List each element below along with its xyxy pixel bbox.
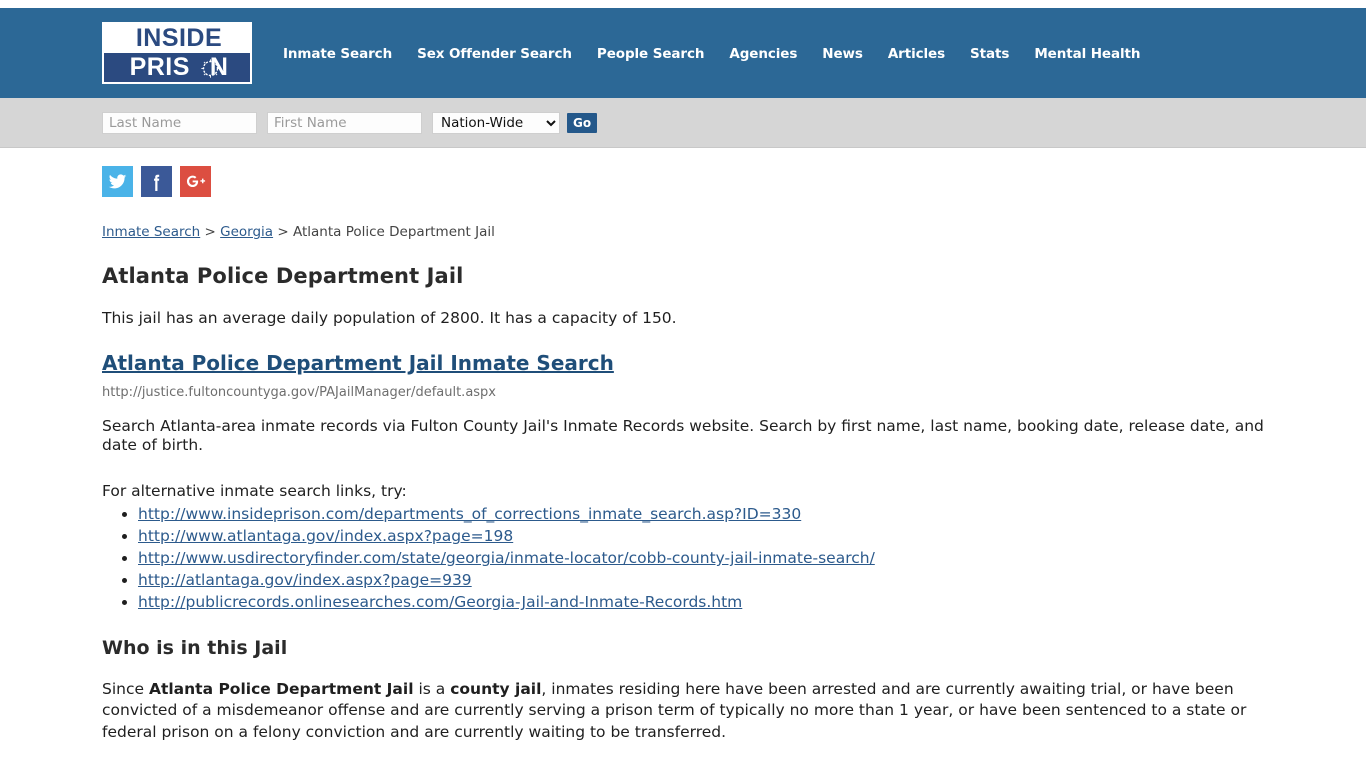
twitter-share-button[interactable]	[102, 166, 133, 197]
list-item: http://www.insideprison.com/departments_…	[138, 503, 1326, 525]
google-plus-icon	[186, 175, 206, 188]
logo-top-half: INSIDE	[104, 24, 250, 53]
who-bold-jail-name: Atlanta Police Department Jail	[148, 680, 414, 699]
who-section-text: Since Atlanta Police Department Jail is …	[102, 679, 1265, 743]
site-header: INSIDE PRISON Inmate Search Sex Off	[0, 8, 1366, 98]
facebook-share-button[interactable]	[141, 166, 172, 197]
alt-link-3[interactable]: http://www.usdirectoryfinder.com/state/g…	[138, 549, 875, 567]
nav-item-articles[interactable]: Articles	[888, 46, 945, 62]
google-plus-share-button[interactable]	[180, 166, 211, 197]
nav-item-inmate-search[interactable]: Inmate Search	[283, 46, 392, 62]
alt-link-2[interactable]: http://www.atlantaga.gov/index.aspx?page…	[138, 527, 513, 545]
inmate-search-heading: Atlanta Police Department Jail Inmate Se…	[102, 351, 1326, 375]
alt-link-4[interactable]: http://atlantaga.gov/index.aspx?page=939	[138, 571, 472, 589]
who-text-part-2: is a	[413, 680, 451, 699]
breadcrumb-separator-2: >	[273, 224, 293, 240]
alt-link-1[interactable]: http://www.insideprison.com/departments_…	[138, 505, 801, 523]
inmate-search-url: http://justice.fultoncountyga.gov/PAJail…	[102, 384, 496, 400]
logo-bottom-half: PRISON	[104, 53, 250, 82]
search-description: Search Atlanta-area inmate records via F…	[102, 416, 1264, 455]
nav-item-mental-health[interactable]: Mental Health	[1034, 46, 1140, 62]
page-title: Atlanta Police Department Jail	[102, 263, 464, 288]
twitter-icon	[108, 174, 127, 189]
alt-link-5[interactable]: http://publicrecords.onlinesearches.com/…	[138, 593, 742, 611]
list-item: http://atlantaga.gov/index.aspx?page=939	[138, 569, 1326, 591]
list-item: http://www.atlantaga.gov/index.aspx?page…	[138, 525, 1326, 547]
who-bold-jail-type: county jail	[450, 680, 542, 699]
nav-item-stats[interactable]: Stats	[970, 46, 1009, 62]
region-select[interactable]: Nation-Wide	[432, 111, 560, 134]
breadcrumb-separator-1: >	[200, 224, 221, 240]
logo-inside-text: INSIDE	[135, 24, 223, 52]
last-name-input[interactable]	[102, 111, 257, 134]
alt-links-intro: For alternative inmate search links, try…	[102, 482, 407, 501]
nav-item-sex-offender-search[interactable]: Sex Offender Search	[417, 46, 572, 62]
page-content: Inmate Search > Georgia > Atlanta Police…	[0, 148, 1366, 768]
nav-item-agencies[interactable]: Agencies	[729, 46, 797, 62]
who-section-title: Who is in this Jail	[102, 637, 288, 660]
nav-item-news[interactable]: News	[822, 46, 863, 62]
list-item: http://www.usdirectoryfinder.com/state/g…	[138, 547, 1326, 569]
top-white-strip	[0, 0, 1366, 8]
nav-item-people-search[interactable]: People Search	[597, 46, 705, 62]
jail-population-text: This jail has an average daily populatio…	[102, 308, 677, 327]
search-bar: Nation-Wide Go	[0, 98, 1366, 148]
list-item: http://publicrecords.onlinesearches.com/…	[138, 591, 1326, 613]
breadcrumb-item-georgia[interactable]: Georgia	[220, 224, 273, 240]
barbed-wire-circle-icon	[201, 59, 220, 78]
breadcrumb-item-inmate-search[interactable]: Inmate Search	[102, 224, 200, 240]
alt-links-list: http://www.insideprison.com/departments_…	[102, 503, 1326, 613]
breadcrumb: Inmate Search > Georgia > Atlanta Police…	[102, 224, 1326, 242]
site-logo[interactable]: INSIDE PRISON	[102, 22, 252, 84]
social-share-row	[102, 166, 1326, 197]
inmate-search-link[interactable]: Atlanta Police Department Jail Inmate Se…	[102, 351, 614, 375]
main-navigation: Inmate Search Sex Offender Search People…	[283, 44, 1140, 62]
who-text-part-1: Since	[102, 680, 149, 699]
facebook-icon	[154, 174, 160, 191]
first-name-input[interactable]	[267, 111, 422, 134]
breadcrumb-item-current: Atlanta Police Department Jail	[292, 224, 495, 240]
go-button[interactable]: Go	[567, 112, 598, 133]
